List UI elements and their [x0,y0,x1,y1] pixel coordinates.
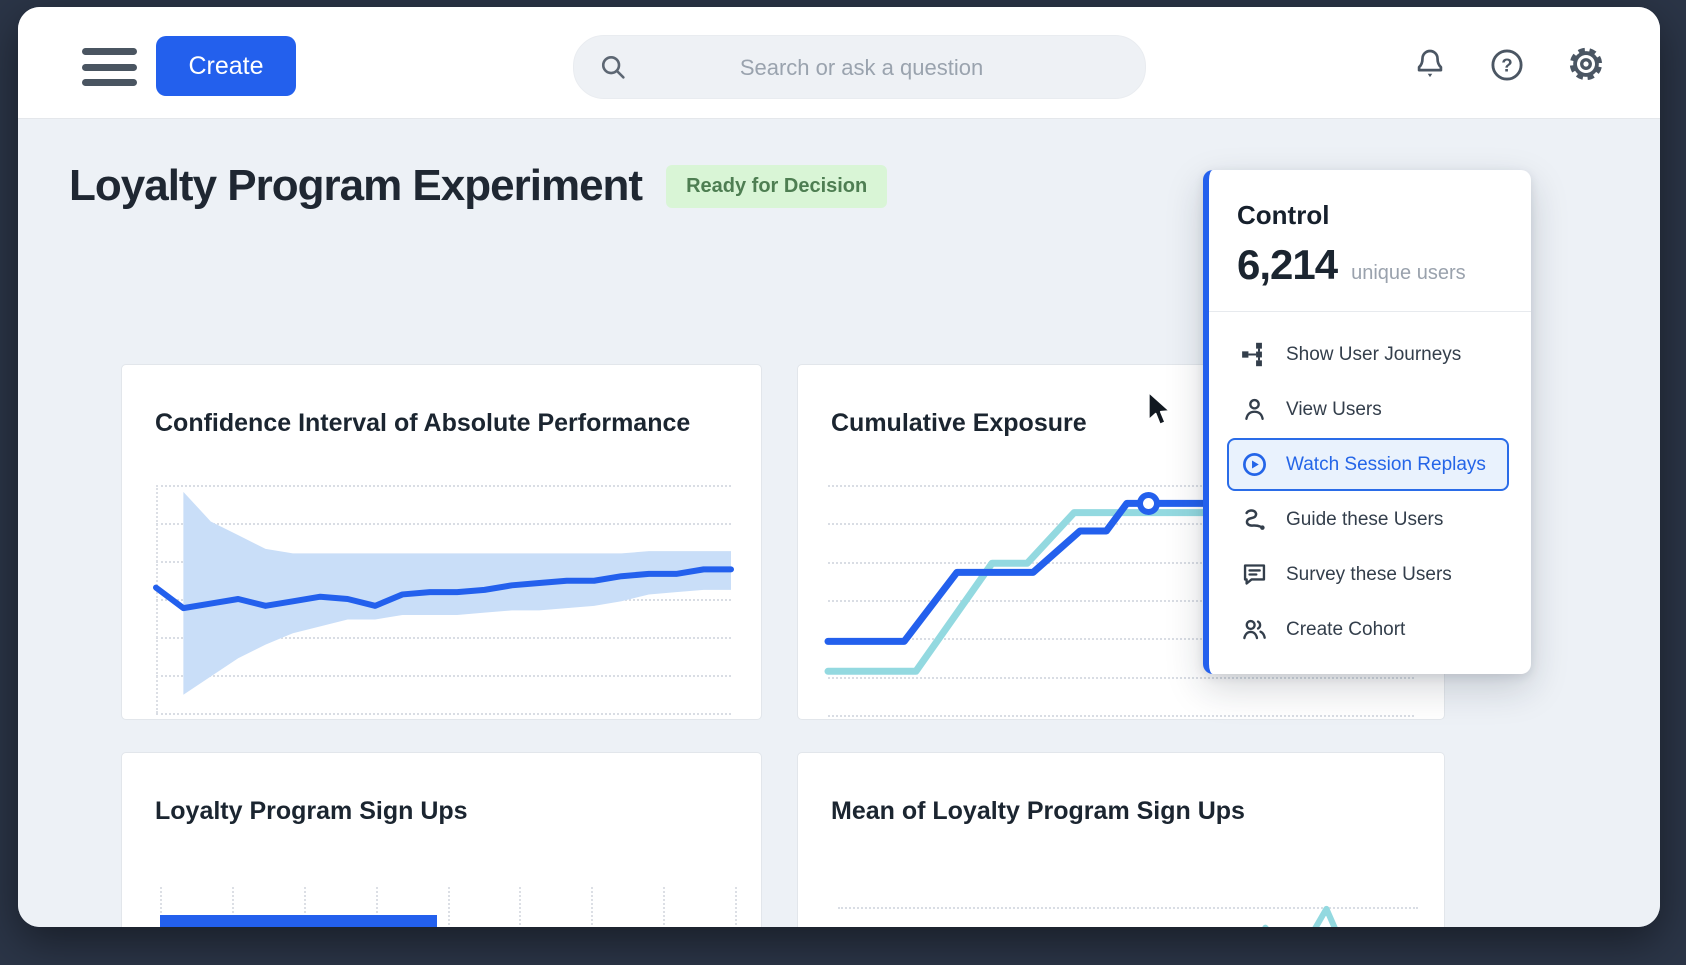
menu-icon [82,64,137,71]
menu-item-label: Watch Session Replays [1286,454,1486,476]
gridline-horizontal [156,713,731,715]
top-navigation-bar: Create ? [18,7,1660,119]
card-signups-bars: Loyalty Program Sign Ups 10.1%14.8% [121,752,762,927]
menu-item-label: Guide these Users [1286,509,1443,531]
chart-title: Cumulative Exposure [831,409,1087,438]
gridline-vertical [735,887,737,927]
variant-name: Control [1237,200,1505,231]
menu-icon [82,79,137,86]
chart-canvas [838,907,1418,927]
status-badge: Ready for Decision [666,165,887,208]
bell-icon [1413,47,1447,81]
page-header: Loyalty Program Experiment Ready for Dec… [69,161,887,211]
create-cohort-icon [1241,616,1268,643]
card-confidence-interval: Confidence Interval of Absolute Performa… [121,364,762,720]
app-window: Create ? [18,7,1660,927]
chart-title: Confidence Interval of Absolute Performa… [155,409,690,438]
variant-context-popup: Control 6,214 unique users S [1203,170,1531,674]
settings-button[interactable] [1567,45,1605,83]
series-line-variant-mean [838,909,1418,927]
menu-item-view-users[interactable]: View Users [1227,383,1509,436]
search-input[interactable] [574,36,1149,100]
popup-header: Control 6,214 unique users [1209,170,1531,311]
guide-users-icon [1241,506,1268,533]
view-users-icon [1241,396,1268,423]
session-replays-icon [1241,451,1268,478]
bar-row: 10.1% [160,915,735,927]
search-bar [573,35,1146,99]
menu-item-watch-session-replays[interactable]: Watch Session Replays [1227,438,1509,491]
menu-item-survey-these-users[interactable]: Survey these Users [1227,548,1509,601]
gridline-horizontal [828,715,1414,717]
bar[interactable] [160,915,437,927]
popup-menu: Show User Journeys View Users [1209,312,1531,674]
help-button[interactable]: ? [1489,47,1525,83]
hamburger-menu-button[interactable] [82,48,137,86]
mean-signups-chart[interactable] [838,907,1418,927]
svg-text:?: ? [1501,54,1512,75]
menu-item-create-cohort[interactable]: Create Cohort [1227,603,1509,656]
user-journeys-icon [1241,341,1268,368]
menu-item-label: Show User Journeys [1286,344,1461,366]
settings-gear-icon [1567,45,1605,83]
menu-item-label: Survey these Users [1286,564,1452,586]
menu-item-guide-these-users[interactable]: Guide these Users [1227,493,1509,546]
chart-canvas [156,485,731,713]
menu-icon [82,48,137,55]
survey-users-icon [1241,561,1268,588]
menu-item-show-user-journeys[interactable]: Show User Journeys [1227,328,1509,381]
bar-group: 10.1%14.8% [160,915,735,927]
chart-title: Mean of Loyalty Program Sign Ups [831,797,1245,826]
create-button[interactable]: Create [156,36,296,96]
unique-users-value: 6,214 [1237,241,1337,289]
notifications-button[interactable] [1413,47,1447,81]
desktop-backdrop: Create ? [0,0,1686,965]
page-title: Loyalty Program Experiment [69,161,642,211]
menu-item-label: Create Cohort [1286,619,1405,641]
confidence-interval-chart[interactable] [156,485,731,713]
signups-bar-chart[interactable]: 10.1%14.8% [160,887,735,927]
chart-title: Loyalty Program Sign Ups [155,797,468,826]
unique-users-label: unique users [1351,262,1466,285]
help-icon: ? [1489,47,1525,83]
unique-users-row: 6,214 unique users [1237,241,1505,289]
card-mean-signups: Mean of Loyalty Program Sign Ups [797,752,1445,927]
menu-item-label: View Users [1286,399,1382,421]
